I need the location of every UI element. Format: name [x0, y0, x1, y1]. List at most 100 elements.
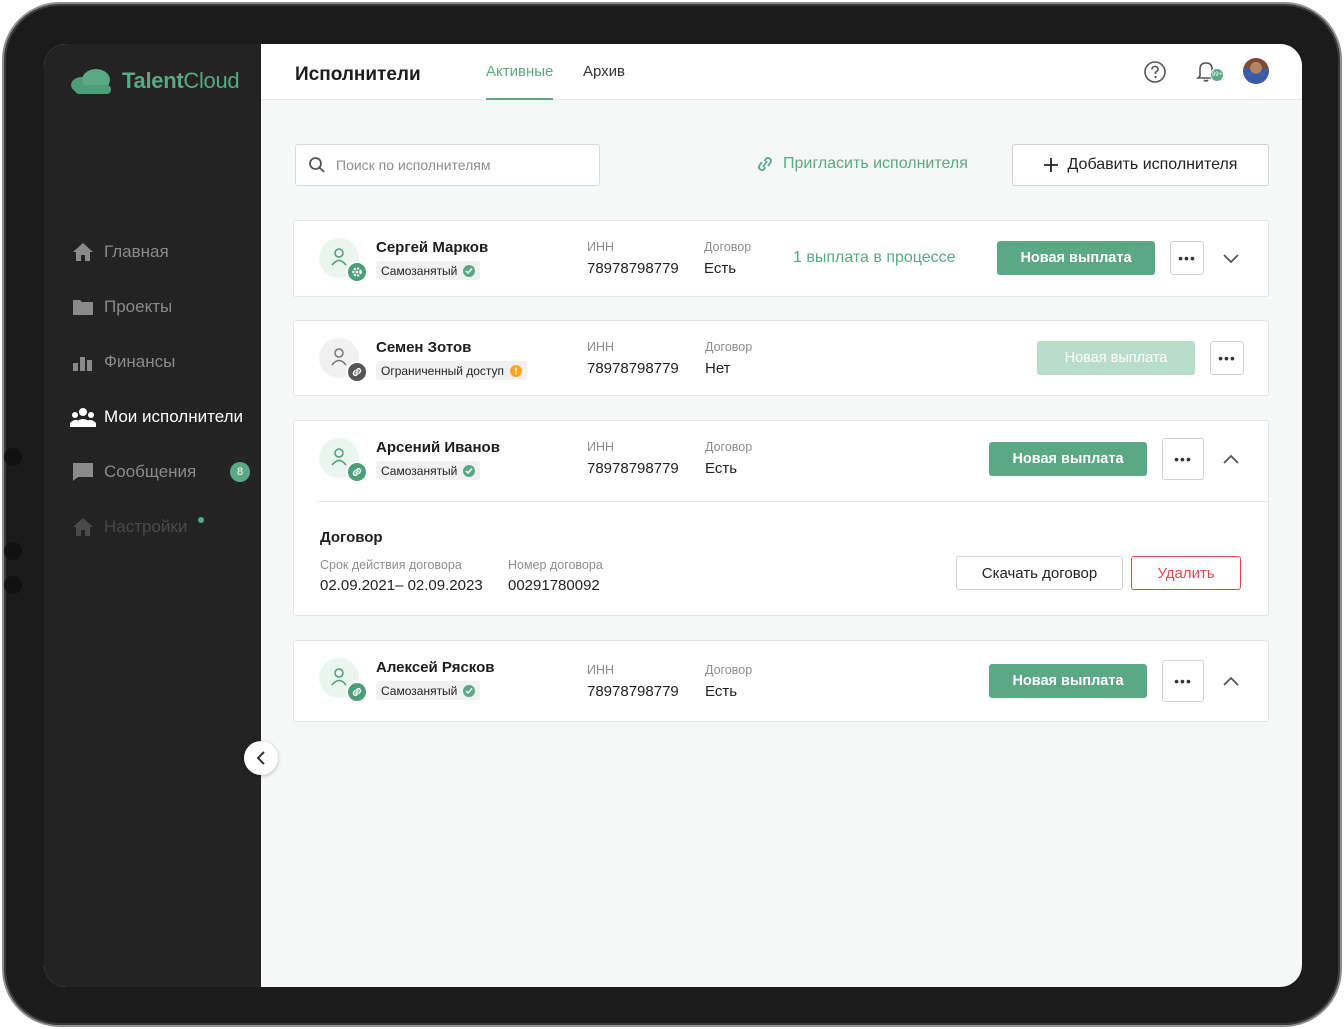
home-icon	[70, 516, 96, 538]
gear-icon	[346, 261, 368, 283]
new-payment-button[interactable]: Новая выплата	[989, 664, 1147, 698]
sidebar: TalentCloud Главная Проекты Финансы Мои …	[44, 44, 278, 987]
sidebar-item-label: Сообщения	[104, 461, 197, 481]
performer-name: Алексей Рясков	[376, 659, 495, 676]
collapse-sidebar-button[interactable]	[244, 741, 278, 775]
download-contract-button[interactable]: Скачать договор	[956, 556, 1123, 590]
contract-value: Нет	[705, 360, 731, 377]
sidebar-item-home[interactable]: Главная	[70, 224, 250, 279]
performer-card: Сергей Марков Самозанятый ИНН 7897879877…	[293, 220, 1269, 297]
search-field[interactable]	[295, 144, 600, 186]
sidebar-item-settings[interactable]: Настройки	[70, 499, 250, 554]
tab-active[interactable]: Активные	[486, 63, 554, 100]
sidebar-item-label: Финансы	[104, 351, 176, 371]
plus-icon	[1043, 158, 1058, 172]
sidebar-item-finance[interactable]: Финансы	[70, 334, 250, 389]
status-badge: Ограниченный доступ !	[376, 361, 528, 380]
performer-card-expanded: Арсений Иванов Самозанятый ИНН 789787987…	[293, 420, 1269, 616]
app-screen: TalentCloud Главная Проекты Финансы Мои …	[44, 44, 1302, 987]
more-icon: •••	[1178, 250, 1196, 266]
device-button	[4, 576, 22, 594]
sidebar-item-messages[interactable]: Сообщения 8	[70, 444, 250, 499]
status-badge: Самозанятый	[376, 681, 481, 700]
sidebar-item-label: Мои исполнители	[104, 406, 244, 426]
contract-label: Договор	[704, 240, 752, 254]
unread-badge: 8	[230, 461, 250, 482]
performer-row[interactable]: Арсений Иванов Самозанятый ИНН 789787987…	[294, 421, 1268, 497]
sidebar-item-label: Главная	[104, 241, 169, 261]
performer-name: Семен Зотов	[376, 339, 472, 356]
new-payment-button[interactable]: Новая выплата	[997, 241, 1155, 275]
check-icon	[463, 264, 476, 277]
more-button[interactable]: •••	[1170, 241, 1204, 275]
notification-dot	[198, 516, 205, 523]
status-badge: Самозанятый	[376, 461, 481, 480]
inn-value: 78978798779	[587, 460, 679, 477]
inn-value: 78978798779	[587, 360, 679, 377]
people-icon	[70, 406, 96, 428]
chevron-up-icon[interactable]	[1221, 671, 1241, 691]
main-content: Исполнители Активные Архив 99+ Пригласит…	[261, 44, 1302, 987]
delete-contract-button[interactable]: Удалить	[1131, 556, 1241, 590]
chevron-left-icon	[256, 751, 265, 765]
status-badge: Самозанятый	[376, 261, 481, 280]
contract-value: Есть	[705, 460, 738, 477]
chevron-up-icon[interactable]	[1221, 449, 1241, 469]
performer-name: Арсений Иванов	[376, 439, 500, 456]
link-icon	[346, 461, 368, 483]
new-payment-button[interactable]: Новая выплата	[1037, 341, 1195, 375]
sidebar-item-projects[interactable]: Проекты	[70, 279, 250, 334]
contract-section-title: Договор	[320, 529, 383, 546]
cloud-icon	[71, 69, 111, 94]
contract-label: Договор	[705, 440, 753, 454]
logo[interactable]: TalentCloud	[70, 68, 240, 94]
contract-label: Договор	[705, 663, 753, 677]
inn-label: ИНН	[587, 240, 615, 254]
search-icon	[309, 157, 325, 173]
contract-number-label: Номер договора	[508, 558, 603, 572]
contract-number-value: 00291780092	[508, 577, 600, 594]
status-label: Самозанятый	[381, 463, 458, 478]
search-input[interactable]	[336, 157, 586, 173]
contract-value: Есть	[705, 683, 738, 700]
link-icon	[346, 361, 368, 383]
notification-count-badge: 99+	[1210, 68, 1224, 82]
performer-row[interactable]: Сергей Марков Самозанятый ИНН 7897879877…	[294, 221, 1268, 297]
header: Исполнители Активные Архив 99+	[261, 44, 1302, 100]
device-button	[4, 448, 22, 466]
payment-progress-link[interactable]: 1 выплата в процессе	[793, 249, 956, 267]
more-button[interactable]: •••	[1162, 660, 1204, 702]
check-icon	[463, 464, 476, 477]
inn-label: ИНН	[587, 663, 615, 677]
performer-card: Семен Зотов Ограниченный доступ ! ИНН 78…	[293, 320, 1269, 396]
performer-name: Сергей Марков	[376, 239, 489, 256]
divider	[318, 501, 1268, 502]
status-label: Самозанятый	[381, 263, 458, 278]
status-label: Ограниченный доступ	[381, 363, 505, 378]
performer-row[interactable]: Алексей Рясков Самозанятый ИНН 789787987…	[294, 641, 1268, 717]
sidebar-item-performers[interactable]: Мои исполнители	[70, 389, 250, 444]
chat-icon	[70, 461, 96, 483]
contract-term-value: 02.09.2021– 02.09.2023	[320, 577, 483, 594]
folder-icon	[70, 296, 96, 318]
user-avatar[interactable]	[1243, 58, 1269, 84]
link-icon	[346, 681, 368, 703]
inn-label: ИНН	[587, 440, 615, 454]
help-icon[interactable]	[1143, 60, 1167, 89]
new-payment-button[interactable]: Новая выплата	[989, 442, 1147, 476]
more-icon: •••	[1218, 350, 1236, 366]
more-button[interactable]: •••	[1162, 438, 1204, 480]
chevron-down-icon[interactable]	[1221, 248, 1241, 268]
inn-value: 78978798779	[587, 683, 679, 700]
status-label: Самозанятый	[381, 683, 458, 698]
performer-row[interactable]: Семен Зотов Ограниченный доступ ! ИНН 78…	[294, 321, 1268, 397]
invite-performer-link[interactable]: Пригласить исполнителя	[755, 155, 968, 173]
contract-value: Есть	[704, 260, 737, 277]
more-icon: •••	[1174, 451, 1192, 467]
sidebar-nav: Главная Проекты Финансы Мои исполнители …	[70, 224, 250, 554]
more-button[interactable]: •••	[1210, 341, 1244, 375]
add-performer-button[interactable]: Добавить исполнителя	[1012, 144, 1269, 186]
link-icon	[758, 157, 772, 171]
tab-archive[interactable]: Архив	[583, 63, 625, 100]
performer-card: Алексей Рясков Самозанятый ИНН 789787987…	[293, 640, 1269, 722]
